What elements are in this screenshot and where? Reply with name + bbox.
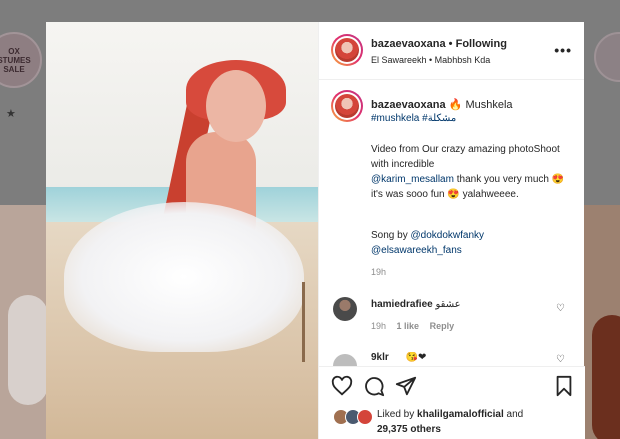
author-avatar[interactable] [331,34,363,66]
caption-title: Mushkela [465,99,513,111]
background-star-icon: ★ [6,108,16,120]
comment-avatar[interactable] [333,297,357,321]
comment-text: عشقو [435,299,461,310]
post-modal: bazaevaoxana • Following El Sawareekh • … [46,22,585,439]
comment-text: 😘❤ [405,352,427,363]
comment-avatar[interactable] [333,354,357,366]
caption-header: bazaevaoxana 🔥 Mushkela [371,98,513,111]
background-profile-badge-text: OX STUMES SALE [0,46,31,74]
background-post-tile[interactable] [0,205,48,439]
bookmark-icon[interactable] [553,375,575,397]
following-button[interactable]: Following [456,38,507,50]
caption-song: Song by @dokdokwfanky @elsawareekh_fans [371,230,485,256]
post-actions: Liked by khalilgamalofficial and 29,375 … [319,366,585,439]
liked-by-user[interactable]: khalilgamalofficial [417,409,504,420]
author-username[interactable]: bazaevaoxana [371,38,446,50]
post-location[interactable]: El Sawareekh • Mabhbsh Kda [371,55,490,65]
comment-icon[interactable] [363,375,385,397]
post-header: bazaevaoxana • Following El Sawareekh • … [319,22,584,80]
author-username-line: bazaevaoxana • Following [371,38,507,50]
post-side-panel: bazaevaoxana • Following El Sawareekh • … [318,22,585,439]
comment-username[interactable]: hamiedrafiee [371,299,433,310]
comment-item: hamiedrafiee عشقو 19h 1 like Reply ♡ [319,295,585,345]
comment-meta: 19h 1 like Reply [371,321,462,331]
background-post-tile[interactable] [584,205,620,439]
likes-count[interactable]: 29,375 others [377,424,441,435]
post-caption: bazaevaoxana 🔥 Mushkela #mushkela #مشكلة… [319,80,585,295]
mention-link[interactable]: @elsawareekh_fans [371,245,462,256]
reply-button[interactable]: Reply [430,321,455,331]
liked-by-avatars[interactable] [333,409,377,425]
liked-by-text: Liked by khalilgamalofficial and [377,409,524,420]
comment-like-heart-icon[interactable]: ♡ [556,303,565,314]
caption-body: Video from Our crazy amazing photoShoot … [371,144,565,200]
comment-username[interactable]: 9klr [371,352,389,363]
comment-time[interactable]: 19h [371,321,386,331]
share-icon[interactable] [395,375,417,397]
mention-link[interactable]: @karim_mesallam [371,174,454,185]
more-horizontal-icon[interactable]: ••• [554,42,572,58]
comment-likes[interactable]: 1 like [397,321,420,331]
comment-item: 9klr 😘❤ ♡ [319,352,585,366]
fire-emoji: 🔥 [448,99,463,111]
post-video[interactable] [46,22,318,439]
caption-avatar[interactable] [331,90,363,122]
caption-hashtags[interactable]: #mushkela #مشكلة [371,113,456,124]
caption-username[interactable]: bazaevaoxana [371,99,446,111]
heart-icon[interactable] [331,375,353,397]
comment-like-heart-icon[interactable]: ♡ [556,354,565,365]
caption-timestamp[interactable]: 19h [371,267,386,277]
mention-link[interactable]: @dokdokwfanky [410,230,484,241]
